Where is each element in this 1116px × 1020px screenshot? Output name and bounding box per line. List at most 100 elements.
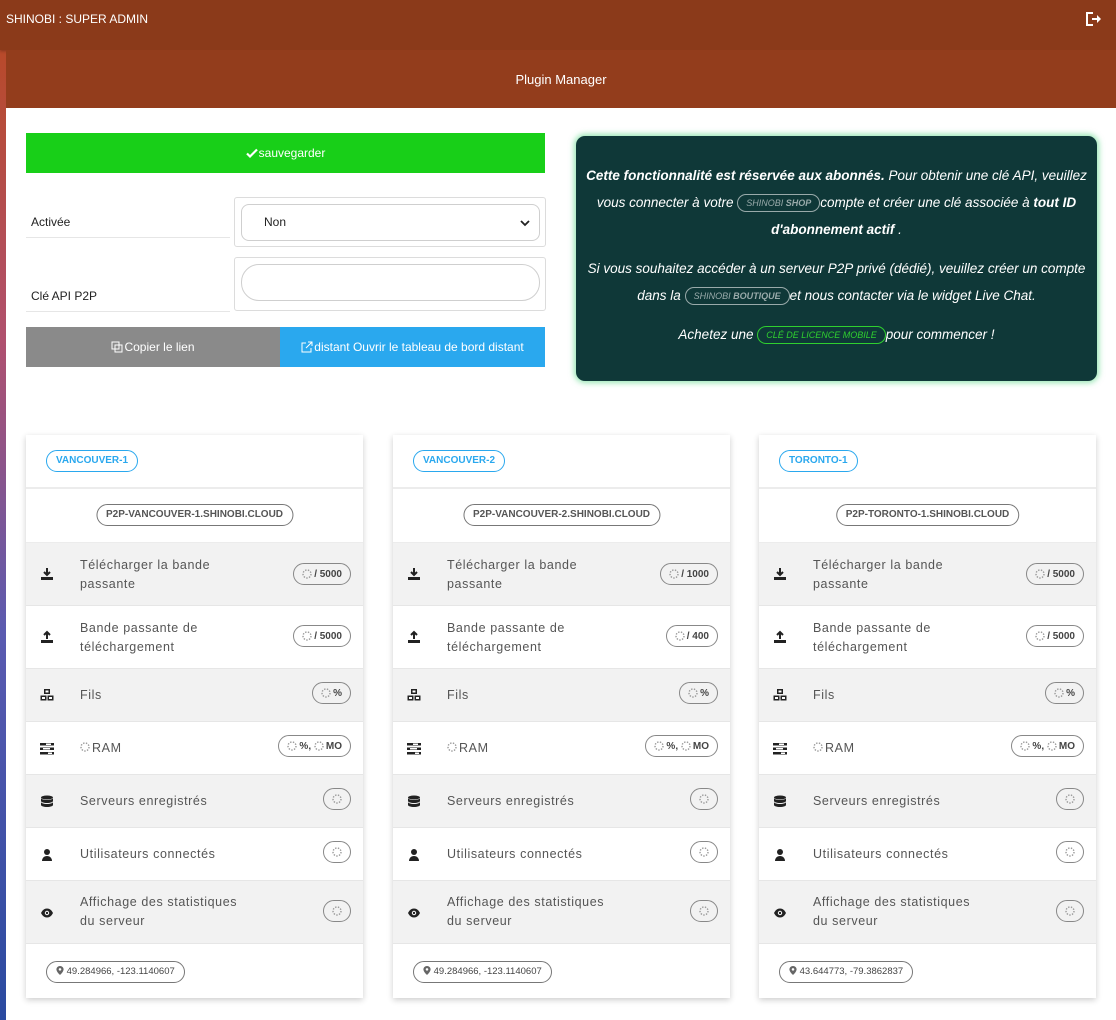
- spinner-icon: [314, 741, 324, 751]
- server-card-header: VANCOUVER-2: [393, 435, 730, 489]
- geo-badge: 49.284966, -123.1140607: [46, 961, 185, 983]
- eye-icon: [41, 908, 53, 918]
- shop-link-text: SHINOBI: [746, 198, 786, 209]
- download-icon: [41, 568, 53, 580]
- connected-users-label: Utilisateurs connectés: [447, 847, 583, 861]
- server-name-badge: VANCOUVER-1: [46, 450, 139, 472]
- ram-label: RAM: [459, 741, 489, 755]
- ram-badge: %, MO: [278, 735, 351, 757]
- promo-paragraph-3: Achetez une CLÉ DE LICENCE MOBILE pour co…: [582, 321, 1091, 348]
- database-icon: [408, 795, 420, 807]
- server-host-row: P2P-VANCOUVER-1.SHINOBI.CLOUD: [26, 489, 363, 543]
- server-card: TORONTO-1 P2P-TORONTO-1.SHINOBI.CLOUD Té…: [759, 435, 1096, 998]
- user-icon: [42, 849, 52, 861]
- shinobi-shop-link[interactable]: SHINOBI SHOP: [737, 194, 821, 213]
- server-card: VANCOUVER-2 P2P-VANCOUVER-2.SHINOBI.CLOU…: [393, 435, 730, 998]
- shinobi-boutique-link[interactable]: SHINOBI BOUTIQUE: [684, 287, 790, 306]
- app-title: SHINOBI : SUPER ADMIN: [6, 12, 149, 26]
- geo-badge: 43.644773, -79.3862837: [779, 961, 914, 983]
- tasks-icon: [40, 743, 54, 755]
- ram-row: RAM %, MO: [26, 722, 363, 775]
- mo-unit: MO: [325, 740, 342, 752]
- registered-servers-row: Serveurs enregistrés: [759, 775, 1096, 828]
- spinner-icon: [699, 794, 709, 804]
- spinner-icon: [1035, 569, 1045, 579]
- geo-coordinates: 43.644773, -79.3862837: [799, 966, 904, 977]
- activated-label: Activée: [31, 215, 71, 229]
- spinner-icon: [1065, 847, 1075, 857]
- spinner-icon: [1020, 741, 1031, 751]
- map-marker-icon: [789, 966, 797, 975]
- promo-text: Achetez une: [678, 327, 758, 342]
- connected-users-label: Utilisateurs connectés: [80, 847, 216, 861]
- spinner-icon: [321, 688, 331, 698]
- user-icon: [775, 849, 785, 861]
- copy-link-button[interactable]: Copier le lien: [26, 327, 280, 367]
- promo-bold-text: Cette fonctionnalité est réservée aux ab…: [586, 168, 885, 183]
- download-icon: [408, 568, 420, 580]
- upload-bandwidth-label: Bande passante de téléchargement: [813, 621, 931, 654]
- server-stats-badge: [690, 900, 718, 922]
- percent-unit: %: [666, 740, 676, 752]
- spinner-icon: [675, 631, 685, 641]
- divider: [26, 311, 230, 312]
- percent-unit: %: [299, 740, 309, 752]
- spinner-icon: [447, 742, 457, 752]
- database-icon: [774, 795, 786, 807]
- server-card-footer: 43.644773, -79.3862837: [759, 944, 1096, 1000]
- promo-text: pour commencer !: [885, 327, 995, 342]
- server-host-row: P2P-TORONTO-1.SHINOBI.CLOUD: [759, 489, 1096, 543]
- spinner-icon: [699, 906, 709, 916]
- activated-select[interactable]: Non: [241, 204, 540, 241]
- upload-bandwidth-badge: / 400: [665, 625, 718, 647]
- percent-unit: %: [1066, 687, 1075, 699]
- download-bandwidth-badge: / 1000: [660, 563, 718, 585]
- ram-label-row: RAM: [447, 739, 617, 758]
- registered-servers-badge: [690, 788, 718, 810]
- upload-bandwidth-badge: / 5000: [1026, 625, 1084, 647]
- spinner-icon: [813, 742, 823, 752]
- geo-coordinates: 49.284966, -123.1140607: [433, 966, 542, 977]
- download-bandwidth-row: Télécharger la bande passante / 5000: [26, 543, 363, 606]
- upload-bandwidth-row: Bande passante de téléchargement / 5000: [26, 606, 363, 669]
- spinner-icon: [332, 794, 342, 804]
- mobile-license-link[interactable]: CLÉ DE LICENCE MOBILE: [757, 326, 886, 345]
- upload-icon: [774, 630, 786, 643]
- server-card-footer: 49.284966, -123.1140607: [393, 944, 730, 1000]
- cubes-icon: [407, 689, 421, 701]
- promo-text: .: [894, 222, 902, 237]
- sign-out-icon[interactable]: [1084, 10, 1102, 28]
- user-icon: [409, 849, 419, 861]
- ram-badge: %, MO: [645, 735, 718, 757]
- download-limit: / 1000: [681, 568, 709, 580]
- download-bandwidth-badge: / 5000: [293, 563, 351, 585]
- server-host-badge: P2P-VANCOUVER-1.SHINOBI.CLOUD: [95, 504, 294, 526]
- registered-servers-badge: [323, 788, 351, 810]
- server-card: VANCOUVER-1 P2P-VANCOUVER-1.SHINOBI.CLOU…: [26, 435, 363, 998]
- server-host-badge: P2P-VANCOUVER-2.SHINOBI.CLOUD: [462, 504, 661, 526]
- spinner-icon: [287, 741, 298, 751]
- save-button-label: sauvegarder: [258, 146, 326, 160]
- api-key-input[interactable]: [241, 264, 540, 301]
- open-dashboard-button[interactable]: distant Ouvrir le tableau de bord distan…: [280, 327, 545, 367]
- spinner-icon: [332, 906, 342, 916]
- cubes-icon: [773, 689, 787, 701]
- ram-row: RAM %, MO: [393, 722, 730, 775]
- download-bandwidth-label: Télécharger la bande passante: [80, 558, 211, 591]
- save-button[interactable]: sauvegarder: [26, 133, 545, 173]
- upload-icon: [41, 630, 53, 643]
- promo-text: et nous contacter via le widget Live Cha…: [789, 288, 1036, 303]
- threads-label: Fils: [80, 688, 102, 702]
- threads-row: Fils %: [26, 669, 363, 722]
- ram-label: RAM: [825, 741, 855, 755]
- spinner-icon: [654, 741, 665, 751]
- page-header: Plugin Manager: [6, 50, 1116, 108]
- top-bar: SHINOBI : SUPER ADMIN: [0, 0, 1116, 50]
- spinner-icon: [681, 741, 691, 751]
- server-stats-label: Affichage des statistiques du serveur: [447, 895, 605, 928]
- check-icon: [245, 148, 258, 159]
- download-limit: / 5000: [314, 568, 342, 580]
- upload-bandwidth-label: Bande passante de téléchargement: [80, 621, 198, 654]
- registered-servers-label: Serveurs enregistrés: [80, 794, 208, 808]
- eye-icon: [774, 908, 786, 918]
